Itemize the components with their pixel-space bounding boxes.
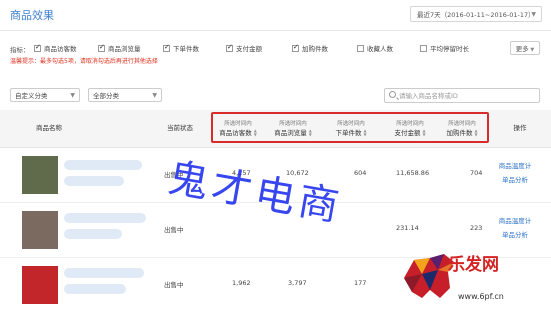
metric-checkbox-label: 平均停留时长	[430, 45, 469, 53]
metric-hint: 温馨提示：最多勾选5项，请取消勾选后再进行其他选择	[10, 58, 158, 65]
logo-url: www.6pf.cn	[458, 292, 504, 301]
product-analysis-link[interactable]: 单品分析	[493, 229, 537, 239]
metric-label: 指标：	[10, 46, 30, 54]
all-category-value: 全部分类	[93, 92, 119, 100]
col-status: 当前状态	[160, 110, 200, 147]
chevron-down-icon: ▼	[152, 92, 157, 99]
cart-cell: 223	[470, 224, 483, 232]
search-icon	[389, 91, 396, 98]
product-title-blurred	[64, 229, 122, 239]
chevron-down-icon: ▼	[531, 11, 536, 18]
custom-category-select[interactable]: 自定义分类 ▼	[10, 88, 80, 102]
checkbox-checked-icon	[98, 43, 105, 52]
product-thermometer-link[interactable]: 商品温度计	[493, 215, 537, 225]
status-cell: 出售中	[164, 281, 184, 289]
product-title-blurred[interactable]	[64, 160, 142, 170]
custom-category-value: 自定义分类	[15, 92, 48, 100]
date-range-picker[interactable]: 最近7天（2016-01-11~2016-01-17） ▼	[410, 6, 542, 22]
metric-checkbox-orders[interactable]: 下单件数	[163, 42, 199, 54]
metric-checkbox-label: 商品访客数	[44, 45, 77, 53]
more-button[interactable]: 更多 ▼	[510, 41, 540, 55]
search-input[interactable]	[399, 90, 537, 101]
site-logo: 乐发网 www.6pf.cn	[400, 248, 548, 306]
col-name: 商品名称	[24, 110, 74, 147]
product-title-blurred	[64, 176, 124, 186]
product-title-blurred	[64, 284, 126, 294]
views-cell: 3,797	[288, 279, 307, 287]
payment-cell: 11,658.86	[396, 169, 430, 177]
col-status-label: 当前状态	[167, 124, 193, 132]
more-button-label: 更多	[515, 45, 529, 53]
product-title-blurred[interactable]	[64, 213, 146, 223]
metric-checkbox-views[interactable]: 商品浏览量	[98, 42, 141, 54]
payment-cell: 231.14	[396, 224, 419, 232]
orders-cell: 604	[354, 169, 367, 177]
product-search[interactable]	[384, 88, 540, 103]
metric-checkbox-favorites[interactable]: 收藏人数	[357, 42, 393, 54]
chevron-down-icon: ▼	[70, 92, 75, 99]
metric-checkbox-visitors[interactable]: 商品访客数	[34, 42, 77, 54]
checkbox-checked-icon	[163, 43, 170, 52]
page-header: 商品效果 最近7天（2016-01-11~2016-01-17） ▼	[0, 0, 551, 31]
checkbox-checked-icon	[292, 43, 299, 52]
metric-checkbox-label: 下单件数	[173, 45, 199, 53]
product-analysis-link[interactable]: 单品分析	[493, 174, 537, 184]
metric-selector: 指标： 商品访客数 商品浏览量 下单件数 支付金额 加购件数 收藏人数 平均停留…	[10, 42, 490, 55]
product-thermometer-link[interactable]: 商品温度计	[493, 160, 537, 170]
metric-checkbox-label: 收藏人数	[367, 45, 393, 53]
product-thumbnail[interactable]	[22, 156, 58, 194]
product-thumbnail[interactable]	[22, 211, 58, 249]
metric-checkbox-label: 加购件数	[302, 45, 328, 53]
metric-checkbox-payment[interactable]: 支付金额	[226, 42, 262, 54]
page-title: 商品效果	[10, 9, 54, 22]
col-ops-label: 操作	[513, 124, 527, 132]
highlight-frame	[211, 112, 489, 143]
checkbox-checked-icon	[34, 43, 41, 52]
metric-checkbox-cart[interactable]: 加购件数	[292, 42, 328, 54]
orders-cell: 177	[354, 279, 367, 287]
visitors-cell: 1,962	[232, 279, 251, 287]
checkbox-checked-icon	[226, 43, 233, 52]
all-category-select[interactable]: 全部分类 ▼	[88, 88, 162, 102]
logo-text: 乐发网	[448, 255, 499, 275]
metric-checkbox-dwell[interactable]: 平均停留时长	[420, 42, 469, 54]
status-cell: 出售中	[164, 226, 184, 234]
col-ops: 操作	[500, 110, 540, 147]
cart-cell: 704	[470, 169, 483, 177]
date-range-value: 最近7天（2016-01-11~2016-01-17）	[417, 11, 535, 19]
product-thumbnail[interactable]	[22, 266, 58, 304]
col-name-label: 商品名称	[36, 124, 62, 132]
checkbox-unchecked-icon	[357, 44, 364, 52]
product-title-blurred[interactable]	[64, 268, 144, 278]
checkbox-unchecked-icon	[420, 44, 427, 52]
metric-checkbox-label: 商品浏览量	[108, 45, 141, 53]
metric-checkbox-label: 支付金额	[236, 45, 262, 53]
